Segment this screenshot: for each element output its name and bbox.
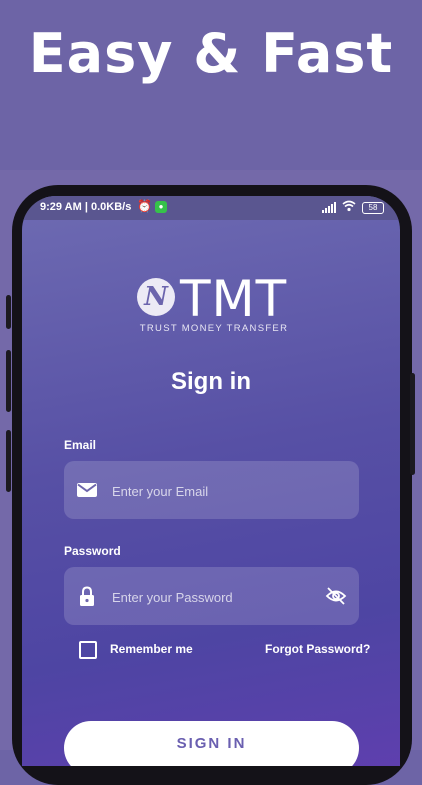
battery-icon: 58 <box>362 202 384 214</box>
page-title: Sign in <box>171 368 251 395</box>
remember-me-label[interactable]: Remember me <box>110 642 193 656</box>
phone-side-button <box>6 430 11 492</box>
wifi-icon <box>342 200 356 212</box>
status-bar: 9:29 AM | 0.0KB/s ⏰ ● 58 <box>22 196 400 220</box>
alarm-icon: ⏰ <box>137 199 152 213</box>
eye-off-icon[interactable] <box>325 586 347 606</box>
whatsapp-icon: ● <box>155 201 167 213</box>
app-logo: N TMT TRUST MONEY TRANSFER <box>134 270 294 338</box>
sign-in-button[interactable]: SIGN IN <box>64 721 359 766</box>
phone-side-button <box>6 295 11 329</box>
lock-icon <box>80 586 94 606</box>
email-field[interactable] <box>110 461 314 521</box>
logo-tagline: TRUST MONEY TRANSFER <box>139 323 289 334</box>
logo-emblem: N <box>137 278 175 316</box>
forgot-password-link[interactable]: Forgot Password? <box>265 642 370 656</box>
phone-side-button <box>6 350 11 412</box>
password-field[interactable] <box>110 567 314 627</box>
email-field-container[interactable] <box>64 461 359 521</box>
phone-screen: 9:29 AM | 0.0KB/s ⏰ ● 58 N TMT TRUST MON… <box>22 196 400 766</box>
phone-power-button <box>410 373 415 475</box>
password-label: Password <box>64 544 121 558</box>
logo-name: TMT <box>180 270 288 328</box>
mail-icon <box>77 483 97 497</box>
promo-headline: Easy & Fast <box>28 22 394 85</box>
remember-me-checkbox[interactable] <box>79 641 97 659</box>
status-time: 9:29 AM | 0.0KB/s <box>40 201 132 213</box>
email-label: Email <box>64 438 97 452</box>
signal-icon <box>322 201 336 213</box>
password-field-container[interactable] <box>64 567 359 627</box>
